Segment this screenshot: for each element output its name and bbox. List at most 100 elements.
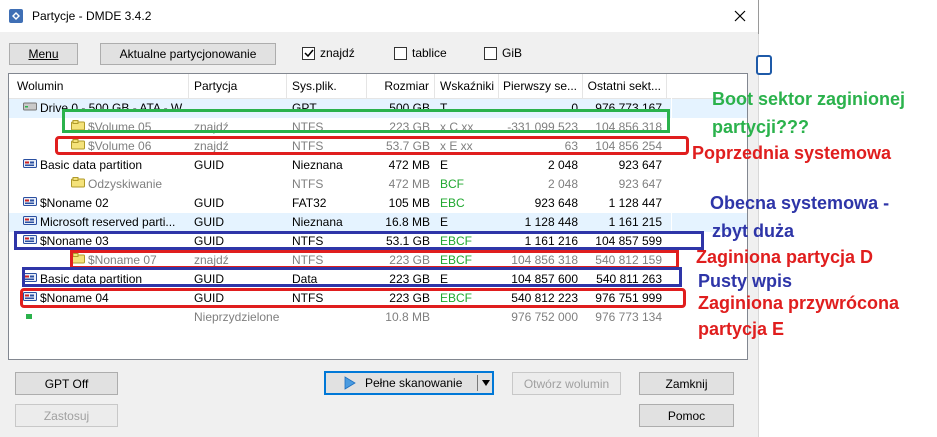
flags-cell	[440, 308, 498, 327]
full-scan-separator	[477, 375, 478, 391]
fs-cell: NTFS	[292, 234, 324, 248]
size-cell: 223 GB	[389, 272, 430, 286]
volume-name-cell[interactable]: Basic data partition	[23, 156, 187, 175]
table-row[interactable]: $Noname 04 GUID NTFS 223 GB EBCF 540 812 223 9…	[9, 289, 747, 308]
partition-cell	[194, 175, 286, 194]
table-row[interactable]: $Noname 07 znajdź NTFS 223 GB EBCF 104 856 31…	[9, 251, 747, 270]
size-cell: 53.7 GB	[385, 139, 430, 153]
first-cell: 2 048	[547, 177, 578, 191]
first-cell: 1 161 216	[524, 234, 578, 248]
checkbox-gib-box[interactable]	[484, 46, 497, 60]
size-cell: 500 GB	[389, 101, 430, 115]
column-header-partition[interactable]: Partycja	[189, 74, 287, 98]
partition-icon	[23, 194, 37, 213]
flags-cell: x C xx	[440, 120, 474, 134]
table-row[interactable]: $Volume 06 znajdź NTFS 53.7 GB x E xx 63 104 8…	[9, 137, 747, 156]
volume-name-cell[interactable]: Microsoft reserved parti...	[23, 213, 187, 232]
volume-name: $Noname 03	[40, 234, 109, 248]
title-bar[interactable]: Partycje - DMDE 3.4.2	[0, 0, 758, 32]
first-cell: 2 048	[547, 158, 578, 172]
gpt-off-button[interactable]: GPT Off	[15, 372, 118, 395]
partition-cell: Nieprzydzielone	[194, 310, 280, 324]
column-header-last-sector[interactable]: Ostatni sekt...	[583, 74, 667, 98]
last-cell: 104 856 318	[595, 120, 662, 134]
dropdown-arrow-icon[interactable]	[482, 380, 490, 386]
help-button[interactable]: Pomoc	[639, 404, 734, 427]
partition-icon	[23, 213, 37, 232]
volume-name: Basic data partition	[40, 272, 143, 286]
first-cell: 104 856 318	[511, 253, 578, 267]
annotation-current-system-line2: zbyt duża	[712, 221, 795, 241]
table-row[interactable]: Microsoft reserved parti... GUID Nieznana 1…	[9, 213, 747, 232]
volume-name-cell[interactable]: $Noname 07	[71, 251, 187, 270]
annotation-boot-sector-line2: partycji???	[712, 117, 810, 137]
close-button[interactable]: Zamknij	[639, 372, 734, 395]
flags-cell: EBCF	[440, 234, 473, 248]
column-header-flags[interactable]: Wskaźniki	[435, 74, 499, 98]
apply-button[interactable]: Zastosuj	[15, 404, 118, 427]
fs-cell: Nieznana	[292, 158, 343, 172]
volume-name-cell[interactable]: $Noname 04	[23, 289, 187, 308]
column-header-first-sector[interactable]: Pierwszy se...	[499, 74, 583, 98]
first-cell: 0	[571, 101, 578, 115]
full-scan-button[interactable]: Pełne skanowanie	[324, 371, 494, 395]
open-volume-button[interactable]: Otwórz wolumin	[512, 372, 621, 395]
flags-cell: E	[440, 158, 449, 172]
volume-name: $Noname 02	[40, 196, 109, 210]
last-cell: 1 161 215	[608, 215, 662, 229]
full-scan-label: Pełne skanowanie	[365, 376, 463, 390]
volume-name: Basic data partition	[40, 158, 143, 172]
flags-cell: EBC	[440, 196, 465, 210]
table-row[interactable]: $Noname 03 GUID NTFS 53.1 GB EBCF 1 161 216 10…	[9, 232, 747, 251]
close-icon	[734, 10, 746, 22]
checkbox-tables[interactable]: tablice	[394, 46, 447, 60]
volume-name: $Volume 05	[88, 120, 152, 134]
checkbox-tables-box[interactable]	[394, 46, 407, 60]
table-row[interactable]: Nieprzydzielone 10.8 MB 976 752 000 976 773…	[9, 308, 747, 327]
current-partitioning-button[interactable]: Aktualne partycjonowanie	[100, 43, 276, 65]
first-cell: -331 099 523	[507, 120, 578, 134]
list-right-edge	[671, 74, 672, 359]
table-row[interactable]: Basic data partition GUID Nieznana 472 MB E 2…	[9, 156, 747, 175]
close-window-button[interactable]	[722, 0, 758, 32]
column-header-volume[interactable]: Wolumin	[9, 74, 189, 98]
play-icon	[344, 376, 356, 390]
partition-cell: GUID	[194, 215, 224, 229]
volume-name-cell[interactable]	[23, 308, 187, 327]
partition-cell: GUID	[194, 196, 224, 210]
table-row[interactable]: Drive 0 - 500 GB - ATA - W... GPT 500 GB T 0…	[9, 99, 747, 118]
size-cell: 53.1 GB	[385, 234, 430, 248]
table-row[interactable]: $Volume 05 znajdź NTFS 223 GB x C xx -331 099…	[9, 118, 747, 137]
checkbox-find-box[interactable]	[302, 46, 315, 60]
menu-button[interactable]: Menu	[9, 43, 78, 65]
checkbox-gib[interactable]: GiB	[484, 46, 522, 60]
size-cell: 472 MB	[388, 158, 430, 172]
volume-name-cell[interactable]: $Volume 06	[71, 137, 187, 156]
size-cell: 223 GB	[389, 291, 430, 305]
volume-name-cell[interactable]: Drive 0 - 500 GB - ATA - W...	[23, 99, 187, 118]
window-title: Partycje - DMDE 3.4.2	[32, 9, 152, 23]
found-volume-icon	[71, 175, 85, 194]
volume-name-cell[interactable]: Basic data partition	[23, 270, 187, 289]
flags-cell: T	[440, 101, 448, 115]
table-row[interactable]: Basic data partition GUID Data 223 GB E 104 8…	[9, 270, 747, 289]
volume-name-cell[interactable]: $Noname 03	[23, 232, 187, 251]
partition-icon	[23, 232, 37, 251]
fs-cell: NTFS	[292, 291, 324, 305]
drive-icon	[23, 99, 37, 118]
last-cell: 976 751 999	[595, 291, 662, 305]
partition-list[interactable]: Wolumin Partycja Sys.plik. Rozmiar Wskaź…	[8, 73, 748, 360]
checkbox-find-label: znajdź	[320, 46, 355, 60]
fs-cell: NTFS	[292, 139, 324, 153]
table-row[interactable]: $Noname 02 GUID FAT32 105 MB EBC 923 648 1 128…	[9, 194, 747, 213]
volume-name-cell[interactable]: $Volume 05	[71, 118, 187, 137]
column-header-size[interactable]: Rozmiar	[367, 74, 435, 98]
checkbox-find[interactable]: znajdź	[302, 46, 355, 60]
table-row[interactable]: Odzyskiwanie NTFS 472 MB BCF 2 048 923 647	[9, 175, 747, 194]
column-header-filesystem[interactable]: Sys.plik.	[287, 74, 367, 98]
list-header: Wolumin Partycja Sys.plik. Rozmiar Wskaź…	[9, 74, 747, 99]
volume-name-cell[interactable]: $Noname 02	[23, 194, 187, 213]
volume-name-cell[interactable]: Odzyskiwanie	[71, 175, 187, 194]
unallocated-icon	[23, 308, 37, 327]
checkmark-icon	[303, 49, 314, 58]
